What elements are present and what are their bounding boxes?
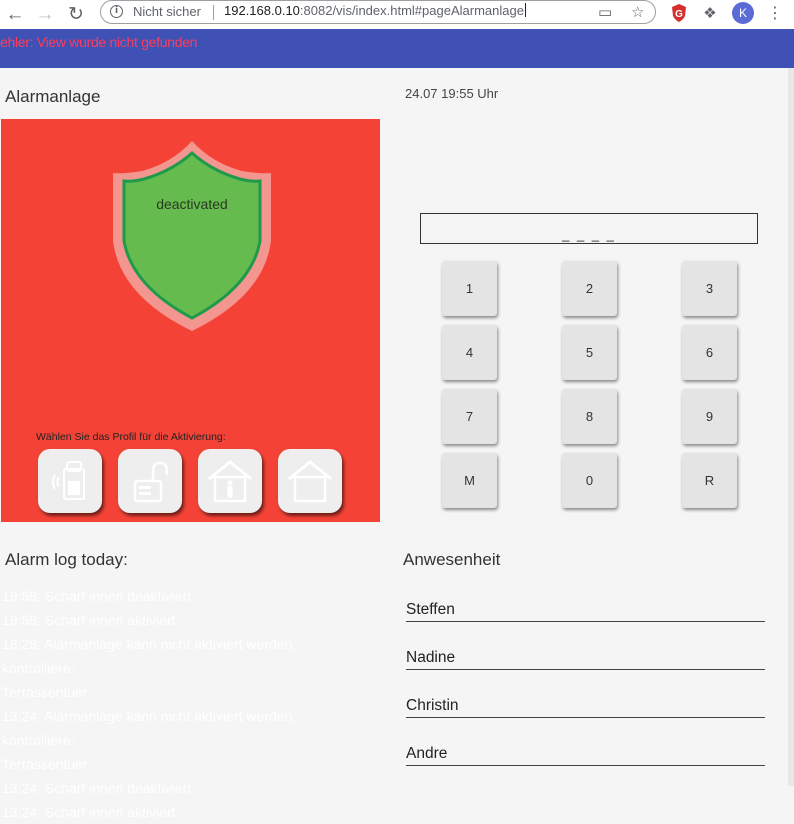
info-icon[interactable]: i [110, 5, 123, 18]
log-entry: 18:28: Alarmanlage kann nicht aktiviert … [2, 636, 297, 676]
extensions-puzzle-icon[interactable]: ❖ [700, 3, 720, 23]
profile-button-home-away[interactable] [278, 449, 342, 513]
shield-status-icon[interactable] [112, 141, 272, 331]
keypad-key-3[interactable]: 3 [682, 261, 737, 316]
log-entry: Terrassentuer [2, 684, 88, 700]
svg-text:G: G [675, 9, 683, 20]
alarm-log-title: Alarm log today: [5, 550, 128, 569]
profile-prompt: Wählen Sie das Profil für die Aktivierun… [36, 431, 226, 443]
reload-icon[interactable]: ↻ [65, 3, 87, 25]
address-divider [213, 5, 214, 20]
profile-button-home-present[interactable] [198, 449, 262, 513]
app-header: ehler: View wurde nicht gefunden [0, 29, 794, 68]
url-path: :8082/vis/index.html#pageAlarmanlage [299, 3, 524, 18]
url-host: 192.168.0.10 [224, 3, 300, 18]
profile-avatar[interactable]: K [732, 2, 754, 24]
keypad-key-7[interactable]: 7 [442, 389, 497, 444]
alarm-log-list: 19:58: Scharf innen deaktiviert 19:58: S… [2, 584, 372, 824]
keypad-key-m[interactable]: M [442, 453, 497, 508]
log-entry: 19:58: Scharf innen deaktiviert [2, 588, 192, 604]
browser-toolbar: ← → ↻ i Nicht sicher 192.168.0.10:8082/v… [0, 0, 794, 30]
alarm-status-panel: deactivated Wählen Sie das Profil für di… [1, 119, 380, 522]
cast-icon[interactable]: ▭ [598, 4, 612, 20]
url-text[interactable]: 192.168.0.10:8082/vis/index.html#pageAla… [224, 3, 526, 18]
pin-display: _ _ _ _ [420, 213, 758, 244]
keypad-key-r[interactable]: R [682, 453, 737, 508]
keypad-key-4[interactable]: 4 [442, 325, 497, 380]
keypad-key-9[interactable]: 9 [682, 389, 737, 444]
address-bar[interactable]: i Nicht sicher 192.168.0.10:8082/vis/ind… [100, 0, 656, 24]
datetime-display: 24.07 19:55 Uhr [405, 86, 499, 101]
keypad-key-1[interactable]: 1 [442, 261, 497, 316]
log-entry: 13:24: Scharf innen deaktiviert [2, 780, 192, 796]
padlock-open-icon [133, 461, 169, 503]
error-message: ehler: View wurde nicht gefunden [0, 34, 198, 50]
profile-button-rfid[interactable] [38, 449, 102, 513]
keypad-key-6[interactable]: 6 [682, 325, 737, 380]
house-empty-icon [288, 460, 332, 503]
presence-person-steffen: Steffen [406, 599, 765, 622]
more-menu-icon[interactable]: ⋮ [765, 3, 785, 23]
presence-title: Anwesenheit [403, 550, 501, 569]
keypad-key-2[interactable]: 2 [562, 261, 617, 316]
log-entry: 19:58: Scharf innen aktiviert [2, 612, 176, 628]
presence-person-andre: Andre [406, 743, 765, 766]
log-entry: Terrassentuer [2, 756, 88, 772]
rfid-card-icon [52, 461, 85, 500]
log-entry: 13:24: Scharf innen aktiviert [2, 804, 176, 820]
house-person-icon [208, 460, 252, 503]
scrollbar[interactable] [788, 68, 794, 786]
keypad-key-5[interactable]: 5 [562, 325, 617, 380]
bookmark-star-icon[interactable]: ☆ [631, 4, 644, 20]
presence-person-nadine: Nadine [406, 647, 765, 670]
alarm-status-text: deactivated [156, 196, 228, 212]
back-arrow-icon[interactable]: ← [4, 3, 26, 25]
log-entry: 13:24: Alarmanlage kann nicht aktiviert … [2, 708, 297, 748]
g-shield-extension-icon[interactable]: G [670, 3, 688, 23]
presence-person-christin: Christin [406, 695, 765, 718]
keypad-key-0[interactable]: 0 [562, 453, 617, 508]
profile-button-unlock[interactable] [118, 449, 182, 513]
text-caret [524, 3, 526, 17]
security-label: Nicht sicher [133, 4, 201, 19]
forward-arrow-icon[interactable]: → [34, 3, 56, 25]
keypad-key-8[interactable]: 8 [562, 389, 617, 444]
alarm-panel-title: Alarmanlage [5, 87, 101, 106]
